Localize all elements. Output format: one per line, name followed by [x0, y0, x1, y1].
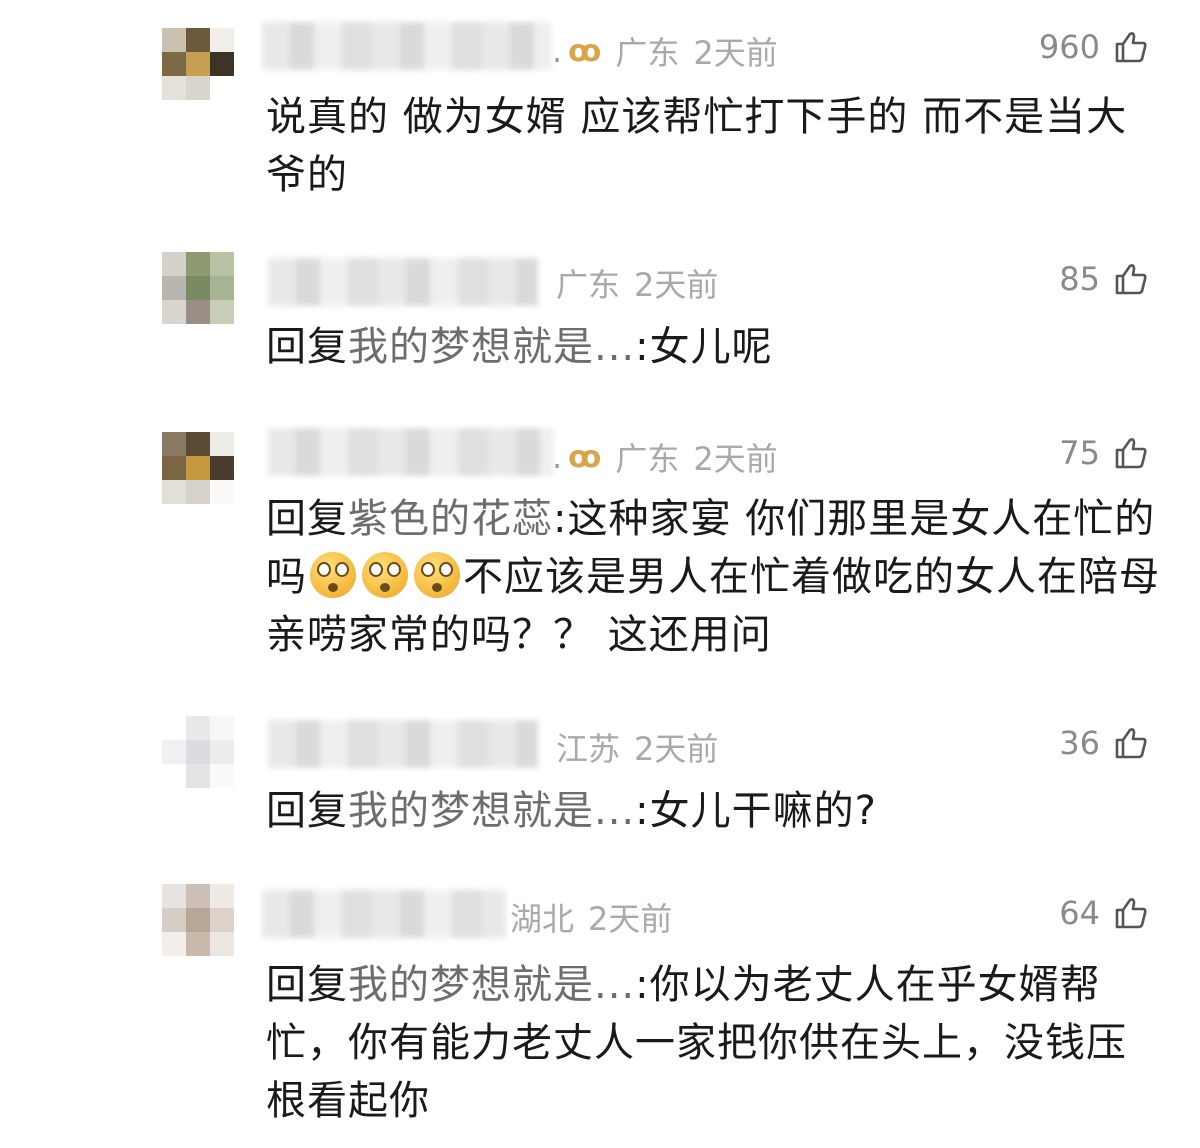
like-button[interactable]: 75: [1059, 434, 1148, 472]
comment-body: 说真的 做为女婿 应该帮忙打下手的 而不是当大爷的: [266, 94, 1128, 198]
reply-target-name[interactable]: 我的梦想就是...: [348, 962, 635, 1008]
location-label: 广东: [615, 440, 680, 478]
comment-text: 回复我的梦想就是...:女儿呢: [266, 318, 1166, 376]
avatar[interactable]: [162, 252, 234, 324]
comment-text: 回复紫色的花蕊:这种家宴 你们那里是女人在忙的吗 不应该是男人在忙着做吃的女人在陪…: [266, 490, 1166, 664]
comment-body: :女儿干嘛的?: [635, 788, 877, 834]
like-count: 64: [1059, 894, 1100, 932]
avatar[interactable]: [162, 432, 234, 504]
comment-meta: 湖北 2天前: [510, 894, 672, 940]
badge-icon: ꝏ: [568, 439, 602, 475]
reply-target-name[interactable]: 我的梦想就是...: [348, 788, 635, 834]
avatar[interactable]: [162, 716, 234, 788]
flushed-face-emoji: [362, 552, 408, 598]
like-count: 75: [1059, 434, 1100, 472]
like-count: 85: [1059, 260, 1100, 298]
location-label: 广东: [615, 34, 680, 72]
reply-target-name[interactable]: 我的梦想就是...: [348, 324, 635, 370]
avatar[interactable]: [162, 884, 234, 956]
flushed-face-emoji: [310, 552, 356, 598]
comment-text: 说真的 做为女婿 应该帮忙打下手的 而不是当大爷的: [266, 88, 1166, 204]
thumbs-up-icon: [1115, 728, 1147, 759]
like-button[interactable]: 64: [1059, 894, 1148, 932]
comment-meta: . ꝏ 广东 2天前: [552, 28, 778, 74]
location-label: 江苏: [556, 730, 621, 768]
reply-keyword: 回复: [266, 496, 348, 542]
username-blurred[interactable]: [262, 22, 552, 70]
separator-dot: .: [552, 438, 563, 476]
comment-text: 回复我的梦想就是...:女儿干嘛的?: [266, 782, 1166, 840]
comment-meta: . ꝏ 广东 2天前: [552, 434, 778, 480]
comment-meta: 江苏 2天前: [556, 724, 718, 770]
reply-keyword: 回复: [266, 324, 348, 370]
comment-meta: 广东 2天前: [556, 260, 718, 306]
reply-keyword: 回复: [266, 788, 348, 834]
thumbs-up-icon: [1115, 438, 1147, 469]
location-label: 湖北: [510, 900, 575, 938]
avatar[interactable]: [162, 28, 234, 100]
like-count: 960: [1038, 28, 1100, 66]
time-label: 2天前: [693, 34, 778, 72]
location-label: 广东: [556, 266, 621, 304]
username-blurred[interactable]: [268, 428, 554, 476]
time-label: 2天前: [634, 730, 719, 768]
time-label: 2天前: [588, 900, 673, 938]
time-label: 2天前: [693, 440, 778, 478]
badge-icon: ꝏ: [568, 33, 602, 69]
comment-text: 回复我的梦想就是...:你以为老丈人在乎女婿帮忙，你有能力老丈人一家把你供在头上…: [266, 956, 1166, 1130]
reply-keyword: 回复: [266, 962, 348, 1008]
thumbs-up-icon: [1115, 898, 1147, 929]
separator-dot: .: [552, 32, 563, 70]
thumbs-up-icon: [1115, 264, 1147, 295]
like-button[interactable]: 960: [1039, 28, 1148, 66]
like-count: 36: [1059, 724, 1100, 762]
thumbs-up-icon: [1115, 32, 1147, 63]
time-label: 2天前: [634, 266, 719, 304]
reply-target-name[interactable]: 紫色的花蕊: [348, 496, 553, 542]
like-button[interactable]: 85: [1059, 260, 1148, 298]
username-blurred[interactable]: [268, 258, 538, 306]
comment-body: :女儿呢: [635, 324, 773, 370]
username-blurred[interactable]: [268, 720, 538, 768]
flushed-face-emoji: [414, 552, 460, 598]
username-blurred[interactable]: [262, 890, 506, 938]
like-button[interactable]: 36: [1059, 724, 1148, 762]
